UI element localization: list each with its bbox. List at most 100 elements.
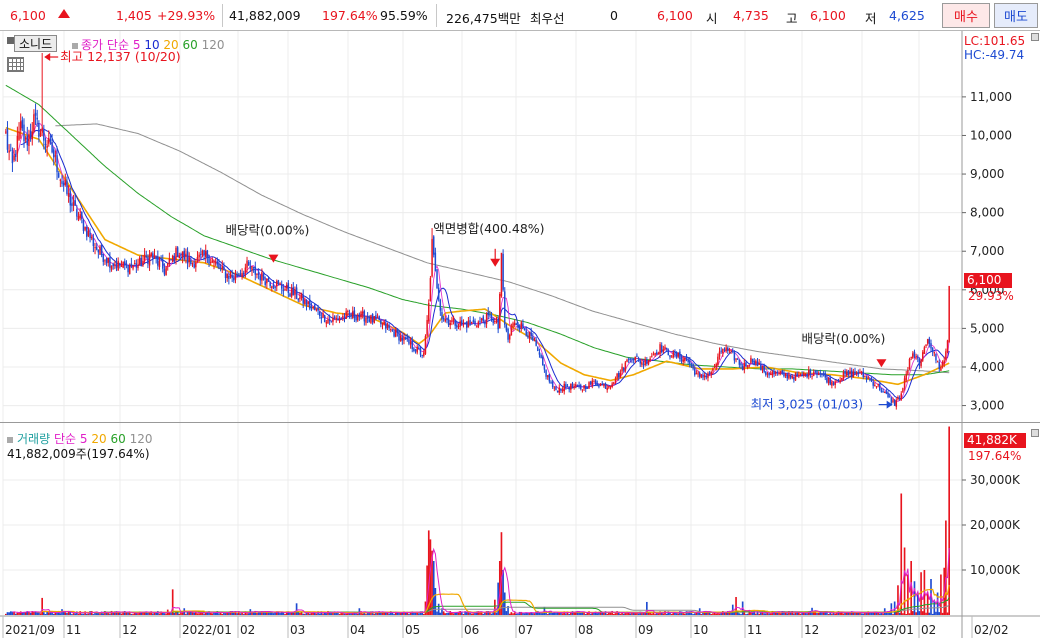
volume-bar xyxy=(925,612,927,615)
volume-bar xyxy=(551,612,554,615)
candle-body xyxy=(92,238,95,246)
candle-body xyxy=(244,267,247,273)
candle-body xyxy=(741,366,744,370)
candle-body xyxy=(570,383,572,390)
candle-body xyxy=(763,365,765,372)
candle-body xyxy=(76,208,78,217)
candle-body xyxy=(216,261,219,265)
candle-body xyxy=(388,325,390,329)
volume-bar xyxy=(480,612,483,615)
candle-body xyxy=(852,371,855,378)
volume-bar xyxy=(29,612,32,615)
candle-body xyxy=(408,340,410,344)
candle-body xyxy=(837,381,840,383)
volume-bar xyxy=(107,613,110,615)
candle-body xyxy=(565,384,567,388)
candle-body xyxy=(337,318,339,320)
candle-body xyxy=(859,371,861,373)
candle-body xyxy=(366,316,369,319)
candle-body xyxy=(287,283,290,293)
buy-button[interactable]: 매수 xyxy=(942,3,990,28)
candle-body xyxy=(776,372,779,374)
candle-body xyxy=(165,267,167,276)
candle-body xyxy=(49,139,52,142)
candle-body xyxy=(137,264,139,269)
candle-body xyxy=(685,356,688,360)
turnover-ratio: 95.59% xyxy=(380,8,428,23)
volume-bar xyxy=(755,613,757,615)
candle-body xyxy=(259,275,261,281)
price-change: 1,405 xyxy=(116,8,152,23)
chart-area[interactable]: 3,000 4,000 5,000 6,000 7,000 8,000 9,000 10,00… xyxy=(0,31,1040,638)
last-volume-pct: 197.64% xyxy=(968,449,1022,463)
candle-body xyxy=(10,150,12,152)
candle-body xyxy=(19,121,22,131)
legend-ma60: 60 xyxy=(182,38,198,52)
candle-body xyxy=(680,357,683,362)
candle-body xyxy=(333,316,336,318)
candle-body xyxy=(133,263,136,265)
volume-bar xyxy=(793,613,795,615)
candle-body xyxy=(361,311,364,314)
candle-body xyxy=(6,128,9,150)
volume-bar xyxy=(173,612,176,615)
volume-bar xyxy=(533,613,536,615)
candle-body xyxy=(697,373,699,375)
candle-body xyxy=(530,332,532,336)
volume-bar xyxy=(579,612,582,615)
volume-bar xyxy=(274,612,276,615)
volume-bar xyxy=(109,613,111,615)
panel-menu-icon[interactable] xyxy=(1031,33,1039,41)
candle-body xyxy=(41,127,43,133)
candle-body xyxy=(304,299,306,305)
candle-body xyxy=(461,320,463,325)
x-tick-label: 2023/01 xyxy=(864,623,914,637)
candle-body xyxy=(877,383,879,385)
candle-body xyxy=(343,317,346,319)
grid-toggle-icon[interactable] xyxy=(7,57,24,72)
volume-bar xyxy=(647,612,650,615)
sell-button[interactable]: 매도 xyxy=(994,3,1038,28)
candle-body xyxy=(494,320,496,323)
candle-body xyxy=(309,299,311,309)
candle-body xyxy=(642,363,645,366)
collapse-icon[interactable] xyxy=(7,37,14,44)
candle-body xyxy=(487,312,489,316)
volume-panel-menu-icon[interactable] xyxy=(1031,429,1039,437)
candle-body xyxy=(748,364,751,366)
candle-body xyxy=(249,265,252,269)
volume-bar xyxy=(161,613,164,615)
candle-body xyxy=(409,341,412,345)
candle-body xyxy=(441,312,443,320)
candle-body xyxy=(434,252,437,272)
candle-body xyxy=(836,380,838,382)
candle-body xyxy=(414,349,417,352)
candle-body xyxy=(128,265,131,274)
candle-body xyxy=(74,200,76,206)
candle-body xyxy=(698,373,701,377)
candle-body xyxy=(462,322,465,324)
candle-body xyxy=(822,374,825,376)
candle-body xyxy=(383,321,385,325)
candle-body xyxy=(82,219,85,231)
candle-body xyxy=(299,297,301,300)
candle-body xyxy=(173,255,176,262)
quote-bar: 6,100 1,405 +29.93% 41,882,009 197.64% 9… xyxy=(0,0,1040,31)
candle-body xyxy=(682,359,684,362)
candle-body xyxy=(228,275,230,279)
candle-body xyxy=(774,372,777,374)
volume-bar xyxy=(935,611,937,615)
stock-name-button[interactable]: 소니드 xyxy=(14,35,58,52)
x-tick-label: 2021/09 xyxy=(5,623,55,637)
candle-body xyxy=(667,349,670,356)
volume-bar xyxy=(898,612,901,615)
candle-body xyxy=(470,321,473,323)
volume-bar xyxy=(758,613,761,615)
volume-bar xyxy=(510,612,513,615)
candle-body xyxy=(803,373,805,375)
volume-bar xyxy=(444,613,447,615)
stock-chart-svg[interactable]: 3,0004,0005,0006,0007,0008,0009,00010,00… xyxy=(0,31,1040,638)
volume-bar xyxy=(482,613,485,615)
candle-body xyxy=(57,173,60,178)
candle-body xyxy=(59,179,62,181)
